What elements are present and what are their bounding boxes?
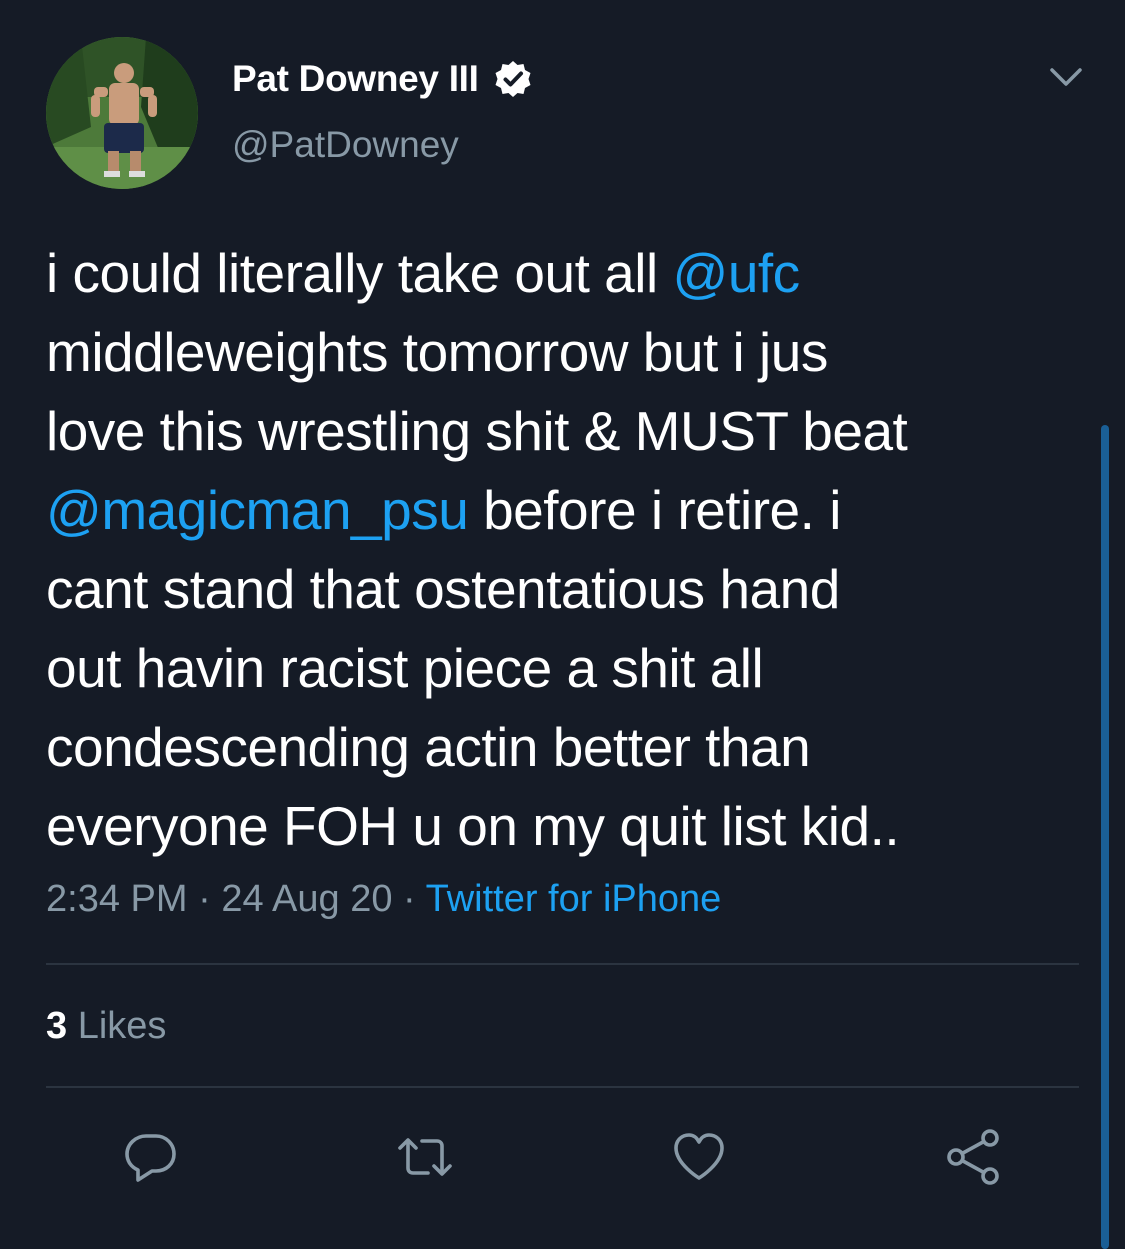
- mention-link[interactable]: @magicman_psu: [46, 479, 469, 541]
- tweet-text-segment: middleweights tomorrow but i jus: [46, 321, 828, 383]
- tweet-time[interactable]: 2:34 PM: [46, 878, 188, 920]
- tweet-text-line: out havin racist piece a shit all: [46, 629, 1086, 708]
- tweet-text-segment: out havin racist piece a shit all: [46, 637, 764, 699]
- avatar[interactable]: [46, 37, 198, 189]
- tweet-source-link[interactable]: Twitter for iPhone: [426, 878, 722, 920]
- tweet-text-segment: condescending actin better than: [46, 716, 811, 778]
- display-name[interactable]: Pat Downey III: [232, 58, 479, 100]
- tweet-text-segment: everyone FOH u on my quit list kid..: [46, 795, 900, 857]
- retweet-icon[interactable]: [396, 1128, 454, 1186]
- share-icon[interactable]: [944, 1128, 1002, 1186]
- tweet-text-segment: cant stand that ostentatious hand: [46, 558, 840, 620]
- tweet-text-segment: before i retire. i: [468, 479, 841, 541]
- tweet-text-line: love this wrestling shit & MUST beat: [46, 392, 1086, 471]
- mention-link[interactable]: @ufc: [672, 242, 800, 304]
- likes-count: 3: [46, 1005, 68, 1047]
- verified-badge-icon: [495, 61, 531, 97]
- meta-separator: ·: [392, 878, 426, 920]
- chevron-down-icon[interactable]: [1048, 62, 1084, 92]
- reply-icon[interactable]: [122, 1128, 180, 1186]
- tweet-text-line: middleweights tomorrow but i jus: [46, 313, 1086, 392]
- tweet-text-line: everyone FOH u on my quit list kid..: [46, 787, 1086, 866]
- tweet-detail: Pat Downey III @PatDowney i could litera…: [0, 0, 1125, 1249]
- tweet-text-line: @magicman_psu before i retire. i: [46, 471, 1086, 550]
- user-handle[interactable]: @PatDowney: [232, 124, 459, 166]
- scrollbar[interactable]: [1101, 425, 1109, 1249]
- tweet-text-line: condescending actin better than: [46, 708, 1086, 787]
- tweet-date[interactable]: 24 Aug 20: [221, 878, 392, 920]
- tweet-text-segment: love this wrestling shit & MUST beat: [46, 400, 908, 462]
- author-row: Pat Downey III: [232, 54, 533, 104]
- meta-separator: ·: [187, 878, 222, 920]
- tweet-text-line: i could literally take out all @ufc: [46, 234, 1086, 313]
- divider: [46, 1086, 1079, 1088]
- tweet-metadata: 2:34 PM · 24 Aug 20 · Twitter for iPhone: [46, 878, 721, 921]
- divider: [46, 963, 1079, 965]
- likes-label: Likes: [67, 1005, 167, 1047]
- tweet-text-line: cant stand that ostentatious hand: [46, 550, 1086, 629]
- tweet-text: i could literally take out all @ufc middl…: [46, 234, 1086, 866]
- likes-stat[interactable]: 3 Likes: [46, 1005, 166, 1048]
- tweet-text-segment: i could literally take out all: [46, 242, 673, 304]
- heart-icon[interactable]: [670, 1128, 728, 1186]
